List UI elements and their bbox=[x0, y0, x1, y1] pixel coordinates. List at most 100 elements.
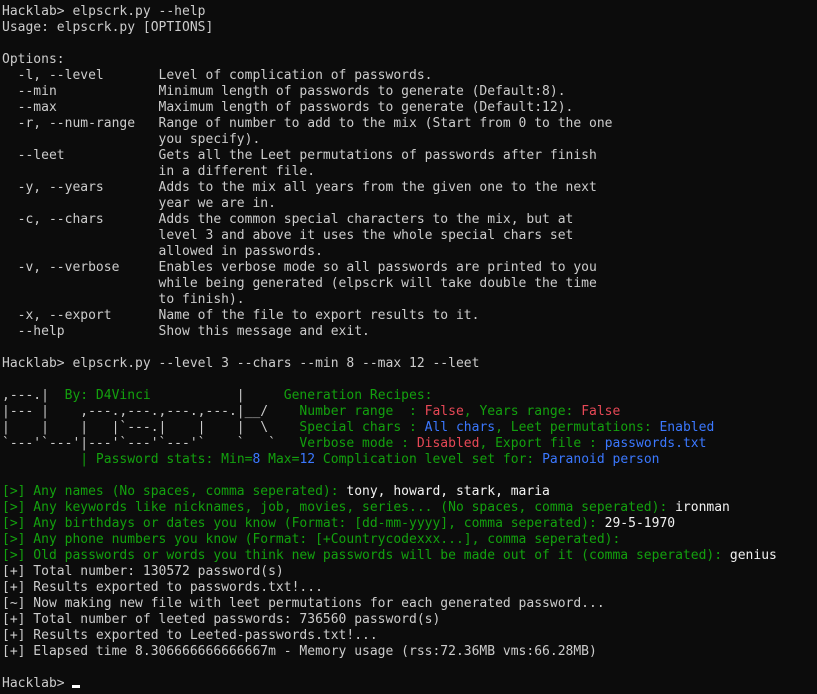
terminal-text-segment: --help Show this message and exit. bbox=[2, 324, 370, 339]
terminal-line: [>] Any phone numbers you know (Format: … bbox=[2, 532, 817, 548]
terminal-text-segment: By: D4Vinci bbox=[64, 388, 151, 403]
terminal-line: [+] Total number: 130572 password(s) bbox=[2, 564, 817, 580]
terminal-text-segment: [>] Any names (No spaces, comma seperate… bbox=[2, 484, 347, 499]
terminal-line: [>] Any keywords like nicknames, job, mo… bbox=[2, 500, 817, 516]
terminal-line: `---'`---'|---'`---'`---'` ` ` Verbose m… bbox=[2, 436, 817, 452]
terminal-line: Hacklab> elpscrk.py --level 3 --chars --… bbox=[2, 356, 817, 372]
terminal-line: [>] Old passwords or words you think new… bbox=[2, 548, 817, 564]
terminal-text-segment: --min Minimum length of passwords to gen… bbox=[2, 84, 566, 99]
terminal-text-segment: |--- | ,---.,---.,---.,---.|__/ bbox=[2, 404, 300, 419]
terminal-text-segment: while being generated (elpscrk will take… bbox=[2, 276, 597, 291]
terminal-text-segment: you specify). bbox=[2, 132, 261, 147]
terminal-text-segment: Generation Recipes: bbox=[283, 388, 433, 403]
terminal-line: [+] Results exported to passwords.txt!..… bbox=[2, 580, 817, 596]
terminal-text-segment: Enabled bbox=[659, 420, 715, 435]
terminal-line: [+] Elapsed time 8.306666666666667m - Me… bbox=[2, 644, 817, 660]
terminal-text-segment: -v, --verbose Enables verbose mode so al… bbox=[2, 260, 597, 275]
terminal-text-segment: allowed in passwords. bbox=[2, 244, 323, 259]
terminal-text-segment: Complication level set for: bbox=[315, 452, 543, 467]
terminal-text-segment: Usage: elpscrk.py [OPTIONS] bbox=[2, 20, 214, 35]
terminal-text-segment: -x, --export Name of the file to export … bbox=[2, 308, 480, 323]
terminal-line: ,---.| By: D4Vinci | Generation Recipes: bbox=[2, 388, 817, 404]
terminal-line: | | | |`---.| | | \ Special chars : All … bbox=[2, 420, 817, 436]
terminal-text-segment: Hacklab> elpscrk.py --help bbox=[2, 4, 206, 19]
terminal-line: [>] Any birthdays or dates you know (For… bbox=[2, 516, 817, 532]
terminal-text-segment: tony, howard, stark, maria bbox=[346, 484, 550, 499]
terminal-line: level 3 and above it uses the whole spec… bbox=[2, 228, 817, 244]
terminal-text-segment: `---'`---'|---'`---'`---'` ` ` bbox=[2, 436, 300, 451]
terminal-text-segment: , Export file : bbox=[479, 436, 605, 451]
terminal-text-segment: [>] Any keywords like nicknames, job, mo… bbox=[2, 500, 676, 515]
terminal-line: --max Maximum length of passwords to gen… bbox=[2, 100, 817, 116]
terminal-line: [+] Results exported to Leeted-passwords… bbox=[2, 628, 817, 644]
terminal-text-segment: level 3 and above it uses the whole spec… bbox=[2, 228, 574, 243]
terminal-text-segment: , Years range: bbox=[463, 404, 582, 419]
terminal-text-segment: Paranoid person bbox=[542, 452, 660, 467]
terminal-text-segment: -r, --num-range Range of number to add t… bbox=[2, 116, 613, 131]
terminal-text-segment: in a different file. bbox=[2, 164, 316, 179]
terminal-text-segment: --leet Gets all the Leet permutations of… bbox=[2, 148, 597, 163]
terminal-line: -l, --level Level of complication of pas… bbox=[2, 68, 817, 84]
terminal-text-segment: [+] Total number: 130572 password(s) bbox=[2, 564, 284, 579]
terminal-line: allowed in passwords. bbox=[2, 244, 817, 260]
terminal-text-segment: , Leet permutations: bbox=[495, 420, 660, 435]
terminal-line: --min Minimum length of passwords to gen… bbox=[2, 84, 817, 100]
terminal-text-segment: [+] Elapsed time 8.306666666666667m - Me… bbox=[2, 644, 597, 659]
terminal-line: year we are in. bbox=[2, 196, 817, 212]
terminal-line: to finish). bbox=[2, 292, 817, 308]
terminal-text-segment: 29-5-1970 bbox=[604, 516, 676, 531]
terminal-line: Usage: elpscrk.py [OPTIONS] bbox=[2, 20, 817, 36]
terminal-text-segment: [>] Old passwords or words you think new… bbox=[2, 548, 730, 563]
terminal-text-segment: [+] Total number of leeted passwords: 73… bbox=[2, 612, 441, 627]
terminal-text-segment: [+] Results exported to Leeted-passwords… bbox=[2, 628, 378, 643]
terminal-line: --help Show this message and exit. bbox=[2, 324, 817, 340]
terminal-text-segment: Max= bbox=[260, 452, 300, 467]
terminal-line: Options: bbox=[2, 52, 817, 68]
terminal-line: [~] Now making new file with leet permut… bbox=[2, 596, 817, 612]
terminal-text-segment: | Password stats: Min= bbox=[80, 452, 253, 467]
terminal-text-segment: | | | |`---.| | | \ bbox=[2, 420, 300, 435]
terminal-line: -x, --export Name of the file to export … bbox=[2, 308, 817, 324]
terminal-line: [>] Any names (No spaces, comma seperate… bbox=[2, 484, 817, 500]
terminal-text-segment: to finish). bbox=[2, 292, 245, 307]
terminal-line: -y, --years Adds to the mix all years fr… bbox=[2, 180, 817, 196]
terminal-line: while being generated (elpscrk will take… bbox=[2, 276, 817, 292]
terminal-line: in a different file. bbox=[2, 164, 817, 180]
terminal-text-segment: Number range : bbox=[299, 404, 425, 419]
terminal-text-segment: Disabled bbox=[416, 436, 480, 451]
terminal-text-segment: False bbox=[424, 404, 464, 419]
terminal-text-segment: Hacklab> bbox=[2, 676, 73, 691]
terminal-output[interactable]: Hacklab> elpscrk.py --help Usage: elpscrk… bbox=[0, 0, 817, 692]
terminal-text-segment: All chars bbox=[424, 420, 496, 435]
text-cursor bbox=[72, 685, 81, 688]
terminal-text-segment: Verbose mode : bbox=[299, 436, 417, 451]
terminal-text-segment: -l, --level Level of complication of pas… bbox=[2, 68, 433, 83]
terminal-text-segment: passwords.txt bbox=[604, 436, 707, 451]
terminal-line: --leet Gets all the Leet permutations of… bbox=[2, 148, 817, 164]
terminal-text-segment: Hacklab> elpscrk.py --level 3 --chars --… bbox=[2, 356, 480, 371]
terminal-text-segment: | bbox=[150, 388, 284, 403]
terminal-line: |--- | ,---.,---.,---.,---.|__/ Number r… bbox=[2, 404, 817, 420]
terminal-text-segment: [~] Now making new file with leet permut… bbox=[2, 596, 605, 611]
terminal-text-segment: 12 bbox=[299, 452, 316, 467]
terminal-text-segment: -c, --chars Adds the common special char… bbox=[2, 212, 574, 227]
terminal-line: | Password stats: Min=8 Max=12 Complicat… bbox=[2, 452, 817, 468]
terminal-line: [+] Total number of leeted passwords: 73… bbox=[2, 612, 817, 628]
terminal-text-segment: --max Maximum length of passwords to gen… bbox=[2, 100, 574, 115]
terminal-text-segment: [>] Any phone numbers you know (Format: … bbox=[2, 532, 621, 547]
terminal-line: -c, --chars Adds the common special char… bbox=[2, 212, 817, 228]
terminal-line: -v, --verbose Enables verbose mode so al… bbox=[2, 260, 817, 276]
terminal-text-segment: [+] Results exported to passwords.txt!..… bbox=[2, 580, 323, 595]
terminal-line: Hacklab> elpscrk.py --help bbox=[2, 4, 817, 20]
terminal-text-segment: -y, --years Adds to the mix all years fr… bbox=[2, 180, 597, 195]
terminal-text-segment: Options: bbox=[2, 52, 65, 67]
terminal-text-segment: year we are in. bbox=[2, 196, 276, 211]
terminal-text-segment: False bbox=[581, 404, 621, 419]
terminal-text-segment: [>] Any birthdays or dates you know (For… bbox=[2, 516, 605, 531]
